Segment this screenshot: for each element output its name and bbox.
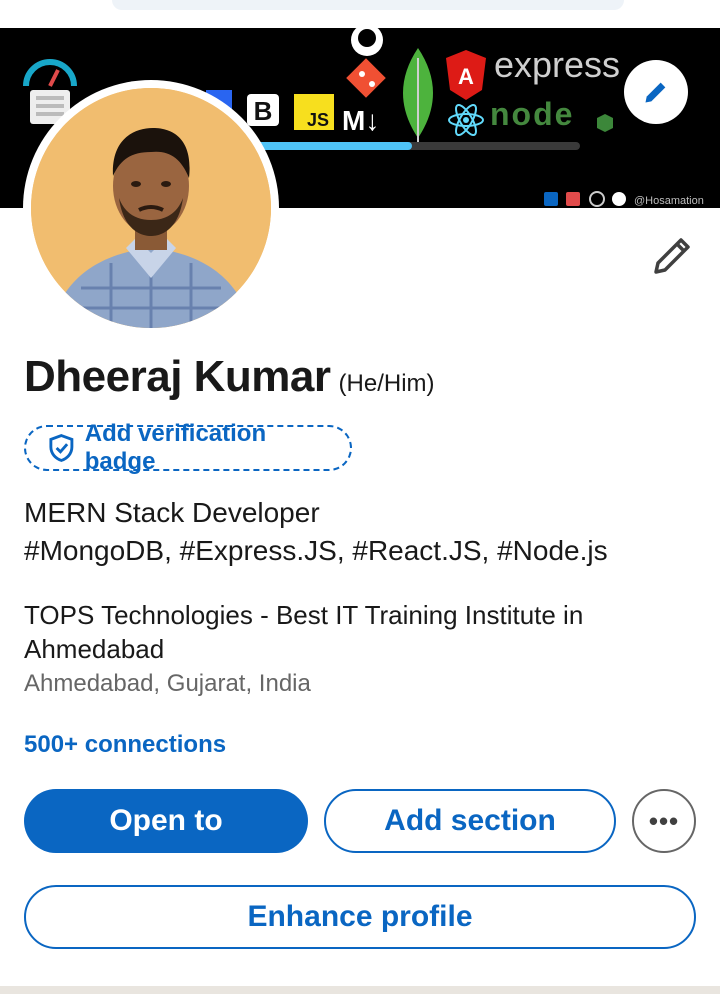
banner-express-text: express xyxy=(494,44,621,85)
svg-text:A: A xyxy=(458,64,474,89)
profile-location: Ahmedabad, Gujarat, India xyxy=(24,670,311,697)
verification-label: Add verification badge xyxy=(84,420,267,475)
connections-link[interactable]: 500+ connections xyxy=(24,731,226,759)
profile-pronouns: (He/Him) xyxy=(338,370,435,397)
shield-check-icon xyxy=(49,434,74,462)
profile-photo[interactable] xyxy=(23,80,279,336)
add-section-button[interactable]: Add section xyxy=(324,789,616,853)
banner-node-text: node xyxy=(490,96,575,132)
search-bar-edge[interactable] xyxy=(112,0,624,10)
profile-headline: MERN Stack Developer #MongoDB, #Express.… xyxy=(24,494,696,570)
add-verification-badge-button[interactable]: Add verification badge xyxy=(24,420,352,475)
profile-name: Dheeraj Kumar xyxy=(24,352,331,401)
pencil-icon xyxy=(645,80,668,103)
banner-handle-text: @Hosamation xyxy=(634,195,704,207)
profile-company[interactable]: TOPS Technologies - Best IT Training Ins… xyxy=(24,598,696,666)
svg-text:M↓: M↓ xyxy=(342,105,379,136)
avatar xyxy=(31,88,271,328)
avatar-portrait xyxy=(31,88,271,328)
svg-text:B: B xyxy=(254,96,273,126)
more-options-button[interactable]: ••• xyxy=(632,789,696,853)
section-divider xyxy=(0,986,720,994)
svg-text:JS: JS xyxy=(307,110,329,130)
pencil-icon xyxy=(654,238,690,274)
edit-intro-button[interactable] xyxy=(648,232,696,280)
name-row: Dheeraj Kumar (He/Him) xyxy=(24,352,435,402)
ellipsis-icon: ••• xyxy=(648,805,680,836)
enhance-profile-button[interactable]: Enhance profile xyxy=(24,885,696,949)
headline-line-1: MERN Stack Developer xyxy=(24,497,320,528)
edit-banner-button[interactable] xyxy=(624,60,688,124)
open-to-button[interactable]: Open to xyxy=(24,789,308,853)
headline-line-2: #MongoDB, #Express.JS, #React.JS, #Node.… xyxy=(24,535,608,566)
